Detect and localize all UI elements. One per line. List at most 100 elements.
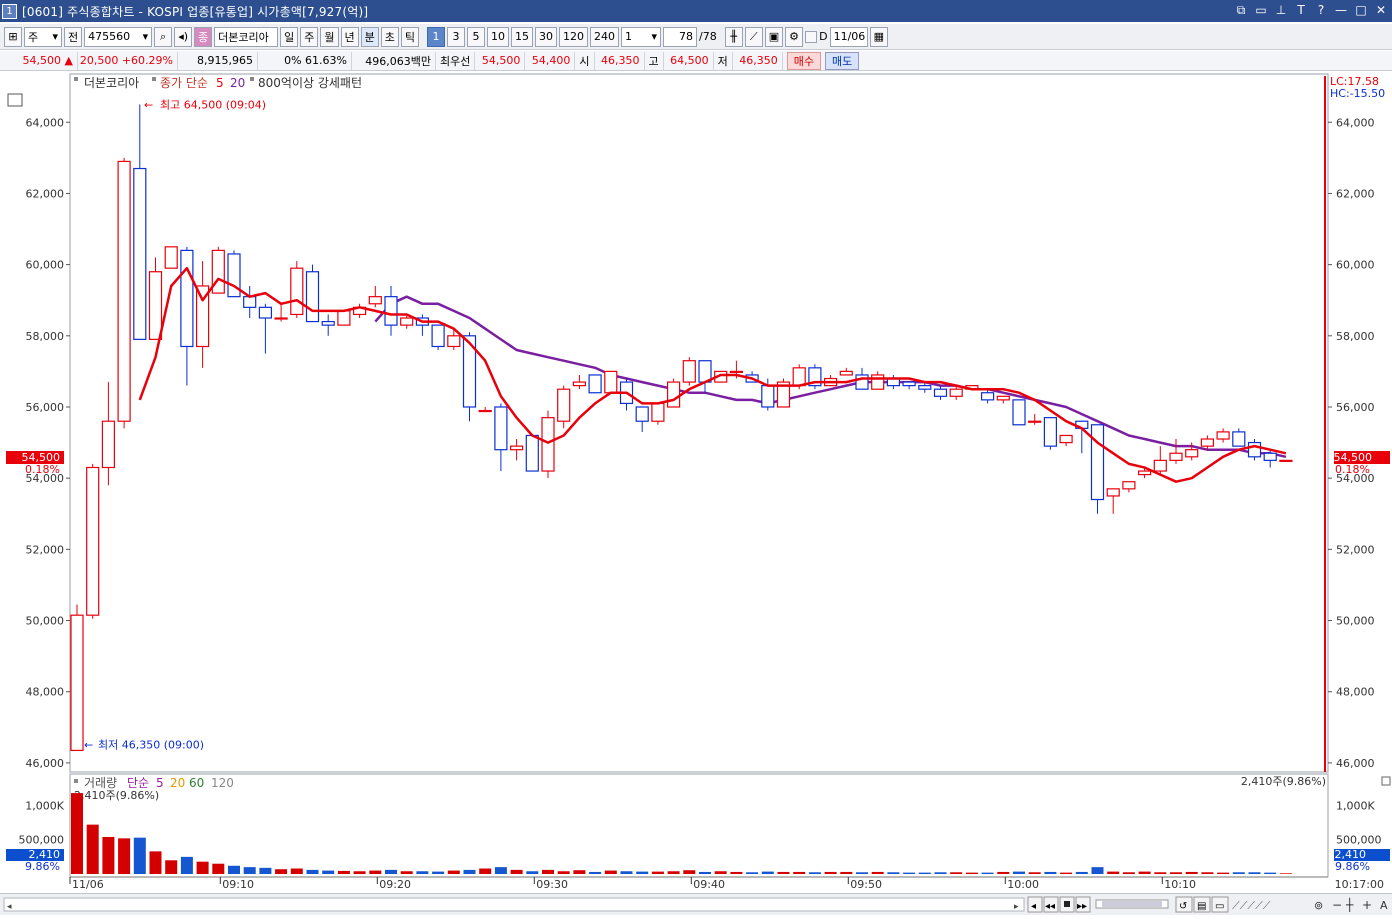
- candle-body[interactable]: [1043, 417, 1058, 447]
- volume-bar[interactable]: [573, 870, 586, 874]
- volume-bar[interactable]: [494, 867, 507, 874]
- volume-bar[interactable]: [479, 868, 492, 874]
- volume-bar[interactable]: [337, 870, 350, 874]
- chart-list-icon[interactable]: [7, 93, 23, 107]
- volume-bar[interactable]: [447, 870, 460, 874]
- volume-bar[interactable]: [228, 865, 240, 874]
- candle-body[interactable]: [1232, 431, 1246, 447]
- period-second[interactable]: 초: [380, 26, 399, 47]
- sell-button[interactable]: 매도: [825, 51, 860, 70]
- volume-bar[interactable]: [1201, 872, 1214, 874]
- volume-bar[interactable]: [212, 863, 225, 874]
- volume-bar[interactable]: [887, 872, 900, 874]
- candle-body[interactable]: [86, 466, 100, 616]
- count-select[interactable]: 1 ▾: [621, 26, 661, 47]
- period-year[interactable]: 년: [340, 26, 359, 47]
- candle-type-icon[interactable]: ╫: [724, 26, 743, 47]
- volume-bar[interactable]: [542, 869, 554, 874]
- interval-1[interactable]: 1: [427, 26, 445, 47]
- volume-bar[interactable]: [918, 872, 931, 874]
- volume-bar[interactable]: [1232, 872, 1245, 874]
- volume-bar[interactable]: [1185, 871, 1198, 874]
- volume-bar[interactable]: [432, 871, 445, 874]
- candle-body[interactable]: [1122, 481, 1136, 490]
- candle-body[interactable]: [447, 335, 461, 348]
- maximize-icon[interactable]: □: [1354, 2, 1368, 18]
- candle-body[interactable]: [321, 320, 335, 326]
- candle-body[interactable]: [1200, 438, 1215, 447]
- volume-bar[interactable]: [714, 871, 727, 874]
- volume-bar[interactable]: [416, 871, 429, 874]
- volume-bar[interactable]: [463, 869, 476, 874]
- candle-body[interactable]: [871, 374, 885, 390]
- interval-30[interactable]: 30: [535, 26, 557, 47]
- candle-body[interactable]: [1106, 488, 1120, 497]
- volume-bar[interactable]: [133, 837, 146, 874]
- search-icon[interactable]: ⌕: [154, 26, 173, 47]
- candle-body[interactable]: [682, 360, 696, 383]
- font-icon[interactable]: T: [1294, 2, 1308, 18]
- candle-body[interactable]: [133, 167, 147, 340]
- volume-bar[interactable]: [1122, 872, 1135, 874]
- candle-body[interactable]: [305, 271, 320, 323]
- candle-body[interactable]: [1279, 459, 1293, 462]
- volume-bar[interactable]: [1264, 872, 1277, 874]
- volume-bar[interactable]: [997, 871, 1010, 874]
- volume-bar[interactable]: [1107, 871, 1120, 874]
- volume-bar[interactable]: [903, 872, 916, 874]
- candle-body[interactable]: [274, 317, 288, 320]
- candle-body[interactable]: [588, 374, 602, 394]
- candle-body[interactable]: [400, 317, 414, 326]
- candle-body[interactable]: [902, 381, 916, 387]
- volume-bar[interactable]: [981, 872, 994, 874]
- volume-bar[interactable]: [950, 872, 963, 874]
- volume-bar[interactable]: [667, 871, 680, 874]
- d-checkbox[interactable]: [805, 30, 818, 43]
- volume-bar[interactable]: [1217, 872, 1230, 874]
- help-icon[interactable]: ?: [1314, 2, 1328, 18]
- candle-body[interactable]: [101, 420, 116, 469]
- interval-5[interactable]: 5: [467, 26, 485, 47]
- candle-body[interactable]: [604, 370, 618, 394]
- candle-body[interactable]: [290, 267, 304, 316]
- interval-240[interactable]: 240: [590, 26, 619, 47]
- volume-bar[interactable]: [840, 871, 853, 874]
- volume-bar[interactable]: [71, 793, 83, 874]
- volume-bar[interactable]: [369, 870, 382, 874]
- period-minute[interactable]: 분: [360, 26, 379, 47]
- date-field[interactable]: 11/06: [829, 26, 868, 47]
- save-icon[interactable]: ▣: [764, 26, 784, 47]
- candle-body[interactable]: [180, 249, 194, 348]
- candle-body[interactable]: [117, 160, 131, 422]
- candle-body[interactable]: [918, 385, 932, 390]
- volume-bar[interactable]: [746, 872, 759, 874]
- candle-body[interactable]: [368, 296, 382, 305]
- candle-body[interactable]: [1247, 441, 1262, 458]
- candle-body[interactable]: [478, 409, 492, 413]
- speaker-icon[interactable]: ◂): [174, 26, 193, 47]
- period-tick[interactable]: 틱: [400, 26, 419, 47]
- volume-bar[interactable]: [934, 872, 947, 874]
- volume-bar[interactable]: [1028, 872, 1041, 874]
- interval-15[interactable]: 15: [511, 26, 533, 47]
- stock-chart-svg[interactable]: 더본코리아 종가 단순 5 20 800억이상 강세패턴 LC:17.58 HC…: [0, 72, 1392, 902]
- volume-bar[interactable]: [620, 871, 633, 874]
- candle-body[interactable]: [980, 392, 995, 401]
- candle-body[interactable]: [1137, 470, 1152, 476]
- candle-body[interactable]: [949, 388, 963, 397]
- stock-code-input[interactable]: 475560 ▾: [84, 26, 153, 47]
- volume-bar[interactable]: [400, 871, 413, 874]
- volume-bar[interactable]: [1013, 871, 1025, 874]
- volume-bar[interactable]: [604, 870, 617, 874]
- scroll-left-arrow-icon[interactable]: ◂: [7, 902, 12, 912]
- volume-bar[interactable]: [557, 871, 570, 874]
- candle-body[interactable]: [525, 434, 539, 472]
- volume-bar[interactable]: [871, 871, 884, 874]
- volume-bar[interactable]: [965, 872, 978, 874]
- chart-area[interactable]: 더본코리아 종가 단순 5 20 800억이상 강세패턴 LC:17.58 HC…: [0, 72, 1392, 902]
- volume-bar[interactable]: [1091, 867, 1104, 874]
- candle-body[interactable]: [666, 381, 681, 408]
- page-input[interactable]: 78: [663, 26, 697, 47]
- stock-name-field[interactable]: 더본코리아: [214, 26, 279, 47]
- minimize-icon[interactable]: —: [1334, 2, 1348, 18]
